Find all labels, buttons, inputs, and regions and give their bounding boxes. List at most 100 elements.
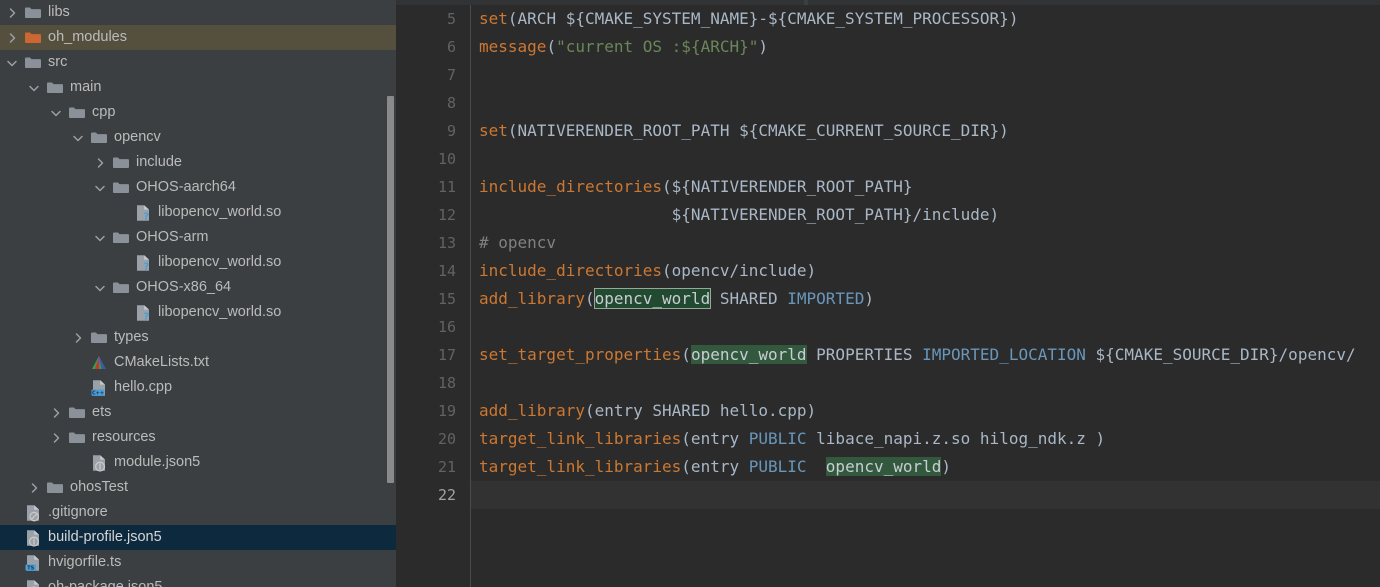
chevron-down-icon[interactable] [26, 75, 42, 100]
code-line[interactable]: message("current OS :${ARCH}") [471, 33, 1380, 61]
tree-item-ets[interactable]: ets [0, 400, 396, 425]
code-token: (${NATIVERENDER_ROOT_PATH} [662, 177, 913, 196]
tree-item-label: main [70, 79, 102, 95]
tree-item-ohos-aarch64[interactable]: OHOS-aarch64 [0, 175, 396, 200]
tree-item-src[interactable]: src [0, 50, 396, 75]
chevron-down-icon[interactable] [92, 175, 108, 200]
tree-item-cmakelists-txt[interactable]: CMakeLists.txt [0, 350, 396, 375]
code-line[interactable]: set(ARCH ${CMAKE_SYSTEM_NAME}-${CMAKE_SY… [471, 5, 1380, 33]
tree-item-label: OHOS-aarch64 [136, 179, 236, 195]
tree-item-libopencv-world-so[interactable]: ? libopencv_world.so [0, 300, 396, 325]
code-line[interactable] [471, 89, 1380, 117]
tree-item-label: oh_modules [48, 29, 127, 45]
code-line[interactable]: add_library(opencv_world SHARED IMPORTED… [471, 285, 1380, 313]
code-line[interactable]: include_directories(opencv/include) [471, 257, 1380, 285]
tree-item-label: types [114, 329, 149, 345]
chevron-down-icon[interactable] [4, 50, 20, 75]
code-token: IMPORTED [787, 289, 865, 308]
code-editor[interactable]: 5 6 7 8 9 10 11 12 13 14 15 16 17 18 19 20 21 22 set(ARCH… [396, 0, 1380, 587]
code-token: target_link_libraries [479, 457, 682, 476]
code-line[interactable] [471, 61, 1380, 89]
code-line[interactable]: set(NATIVERENDER_ROOT_PATH ${CMAKE_CURRE… [471, 117, 1380, 145]
tree-item-label: module.json5 [114, 454, 201, 470]
code-line[interactable] [471, 369, 1380, 397]
line-number-gutter[interactable]: 5 6 7 8 9 10 11 12 13 14 15 16 17 18 19 20 21 22 [396, 5, 470, 587]
svg-text:?: ? [144, 261, 150, 272]
file-unknown-icon: ? [134, 254, 152, 272]
tree-item-ohostest[interactable]: ohosTest [0, 475, 396, 500]
code-token: set [479, 121, 508, 140]
chevron-right-icon[interactable] [70, 325, 86, 350]
line-number: 10 [437, 150, 456, 168]
tree-item-label: libopencv_world.so [158, 254, 282, 270]
chevron-down-icon[interactable] [48, 100, 64, 125]
code-token: PUBLIC [748, 429, 807, 448]
line-number: 15 [437, 290, 456, 308]
tree-item-label: libopencv_world.so [158, 204, 282, 220]
tree-item-label: oh-package.json5 [48, 579, 163, 587]
code-line[interactable] [471, 481, 1380, 509]
chevron-right-icon[interactable] [4, 0, 20, 25]
tree-item-label: build-profile.json5 [48, 529, 162, 545]
tree-item-hvigorfile-ts[interactable]: TS hvigorfile.ts [0, 550, 396, 575]
code-line[interactable]: add_library(entry SHARED hello.cpp) [471, 397, 1380, 425]
tree-item-main[interactable]: main [0, 75, 396, 100]
tree-item-cpp[interactable]: cpp [0, 100, 396, 125]
tree-item-resources[interactable]: resources [0, 425, 396, 450]
code-line[interactable]: include_directories(${NATIVERENDER_ROOT_… [471, 173, 1380, 201]
tree-item-label: hvigorfile.ts [48, 554, 122, 570]
chevron-right-icon[interactable] [26, 475, 42, 500]
tree-item-ohos-x86-64[interactable]: OHOS-x86_64 [0, 275, 396, 300]
code-line[interactable]: set_target_properties(opencv_world PROPE… [471, 341, 1380, 369]
sidebar-scrollbar-track[interactable] [386, 48, 396, 483]
folder-icon [90, 329, 108, 347]
tree-item-opencv[interactable]: opencv [0, 125, 396, 150]
tree-item-include[interactable]: include [0, 150, 396, 175]
code-line[interactable]: # opencv [471, 229, 1380, 257]
tree-item-label: ohosTest [70, 479, 129, 495]
chevron-down-icon[interactable] [92, 275, 108, 300]
line-number: 20 [437, 430, 456, 448]
tree-item-gitignore[interactable]: .gitignore [0, 500, 396, 525]
code-token: ( [584, 289, 595, 308]
code-token: PUBLIC [748, 457, 807, 476]
code-text-area[interactable]: set (ARCH ${CMAKE_SYSTEM_NAME}-${CMAKE_SY… [470, 5, 1380, 587]
tree-item-label: .gitignore [48, 504, 108, 520]
tree-item-libopencv-world-so[interactable]: ? libopencv_world.so [0, 200, 396, 225]
line-number: 16 [437, 318, 456, 336]
chevron-right-icon[interactable] [4, 25, 20, 50]
project-tree[interactable]: libs oh_modulessrc main cpp opencv include OHO… [0, 0, 396, 587]
code-line[interactable] [471, 313, 1380, 341]
cmake-icon [90, 354, 108, 372]
code-line[interactable]: target_link_libraries(entry PUBLIC openc… [471, 453, 1380, 481]
code-line[interactable]: ${NATIVERENDER_ROOT_PATH}/include) [471, 201, 1380, 229]
chevron-down-icon[interactable] [70, 125, 86, 150]
sidebar-scrollbar-thumb[interactable] [387, 96, 394, 483]
chevron-right-icon[interactable] [48, 400, 64, 425]
tree-item-oh-package-json5[interactable]: oh-package.json5 [0, 575, 396, 587]
tree-item-libopencv-world-so[interactable]: ? libopencv_world.so [0, 250, 396, 275]
code-token: IMPORTED_LOCATION [922, 345, 1086, 364]
file-cpp-icon: C++ [90, 379, 108, 397]
code-token: set_target_properties [479, 345, 682, 364]
chevron-down-icon[interactable] [92, 225, 108, 250]
code-token: include_directories [479, 177, 663, 196]
code-token: ) [758, 37, 769, 56]
folder-icon [24, 54, 42, 72]
code-token: target_link_libraries [479, 429, 682, 448]
chevron-right-icon[interactable] [92, 150, 108, 175]
code-token: (ARCH ${CMAKE_SYSTEM_NAME}-${CMAKE_SYSTE… [507, 9, 1019, 28]
tree-item-types[interactable]: types [0, 325, 396, 350]
tree-item-oh-modules[interactable]: oh_modules [0, 25, 396, 50]
tree-item-libs[interactable]: libs [0, 0, 396, 25]
code-line[interactable]: target_link_libraries(entry PUBLIC libac… [471, 425, 1380, 453]
tree-item-build-profile-json5[interactable]: build-profile.json5 [0, 525, 396, 550]
project-tree-panel[interactable]: libs oh_modulessrc main cpp opencv include OHO… [0, 0, 396, 587]
line-number: 11 [437, 178, 456, 196]
tree-item-module-json5[interactable]: module.json5 [0, 450, 396, 475]
tree-item-hello-cpp[interactable]: C++ hello.cpp [0, 375, 396, 400]
chevron-right-icon[interactable] [48, 425, 64, 450]
folder-icon [112, 179, 130, 197]
tree-item-ohos-arm[interactable]: OHOS-arm [0, 225, 396, 250]
code-line[interactable] [471, 145, 1380, 173]
